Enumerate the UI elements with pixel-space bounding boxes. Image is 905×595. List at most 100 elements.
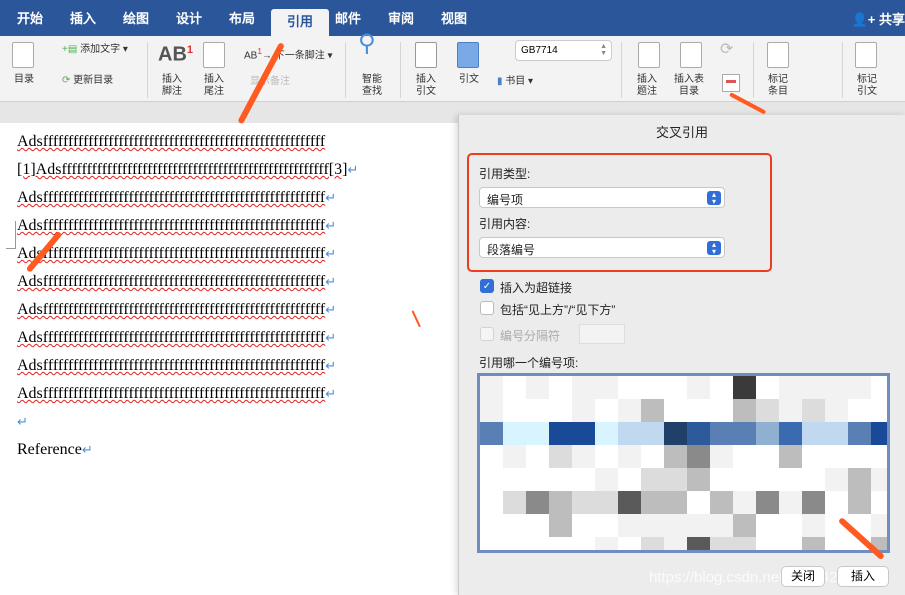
list-item[interactable] (848, 399, 871, 422)
list-item[interactable] (526, 399, 549, 422)
list-item[interactable] (756, 422, 779, 445)
list-item[interactable] (641, 537, 664, 550)
tab-review[interactable]: 审阅 (388, 8, 414, 27)
list-item[interactable] (687, 537, 710, 550)
list-item[interactable] (664, 399, 687, 422)
list-item[interactable] (733, 537, 756, 550)
list-item[interactable] (733, 468, 756, 491)
list-item[interactable] (802, 445, 825, 468)
list-item[interactable] (733, 422, 756, 445)
list-item[interactable] (756, 537, 779, 550)
list-item[interactable] (733, 376, 756, 399)
list-item[interactable] (480, 491, 503, 514)
list-item[interactable] (595, 445, 618, 468)
list-item[interactable] (618, 491, 641, 514)
list-item[interactable] (480, 399, 503, 422)
list-item[interactable] (756, 468, 779, 491)
next-footnote-button[interactable]: AB1→ 下一条脚注 ▾ (244, 45, 333, 62)
list-item[interactable] (572, 376, 595, 399)
toc-button[interactable]: 目录 (14, 74, 34, 86)
list-item[interactable] (756, 445, 779, 468)
insert-citation-button[interactable]: 插入 引文 (416, 74, 436, 98)
list-item[interactable] (733, 514, 756, 537)
list-item[interactable] (848, 445, 871, 468)
list-item[interactable] (641, 399, 664, 422)
list-item[interactable] (825, 445, 848, 468)
list-item[interactable] (802, 422, 825, 445)
list-item[interactable] (710, 422, 733, 445)
citation-style-select[interactable]: GB7714 ▲ ▼ (515, 40, 612, 61)
list-item[interactable] (503, 468, 526, 491)
list-item[interactable] (526, 422, 549, 445)
list-item[interactable] (480, 422, 503, 445)
list-item[interactable] (641, 468, 664, 491)
list-item[interactable] (549, 491, 572, 514)
document-page[interactable]: Adsfffffffffffffffffffffffffffffffffffff… (0, 123, 458, 595)
list-item[interactable] (572, 445, 595, 468)
reference-type-select[interactable]: 编号项 ▴ ▾ (479, 187, 725, 208)
list-item[interactable] (549, 514, 572, 537)
list-item[interactable] (618, 445, 641, 468)
list-item[interactable] (779, 468, 802, 491)
bibliography-button[interactable]: ▮ 书目 ▾ (497, 76, 533, 88)
list-item[interactable] (480, 445, 503, 468)
list-item[interactable] (595, 376, 618, 399)
list-item[interactable] (503, 491, 526, 514)
citations-button[interactable]: 引文 (459, 74, 479, 86)
list-item[interactable] (595, 514, 618, 537)
list-item[interactable] (664, 468, 687, 491)
list-item[interactable] (664, 445, 687, 468)
list-item[interactable] (664, 422, 687, 445)
list-item[interactable] (664, 491, 687, 514)
list-item[interactable] (572, 422, 595, 445)
reference-content-select[interactable]: 段落编号 ▴ ▾ (479, 237, 725, 258)
list-item[interactable] (710, 514, 733, 537)
list-item[interactable] (756, 491, 779, 514)
list-item[interactable] (687, 399, 710, 422)
list-item[interactable] (595, 468, 618, 491)
list-item[interactable] (871, 468, 887, 491)
list-item[interactable] (687, 376, 710, 399)
list-item[interactable] (710, 537, 733, 550)
list-item[interactable] (618, 514, 641, 537)
list-item[interactable] (641, 422, 664, 445)
mark-citation-button[interactable]: 标记 引文 (857, 74, 877, 98)
list-item[interactable] (825, 422, 848, 445)
list-item[interactable] (549, 376, 572, 399)
list-item[interactable] (825, 399, 848, 422)
tab-home[interactable]: 开始 (17, 8, 43, 27)
list-item[interactable] (641, 514, 664, 537)
hyperlink-checkbox[interactable]: ✓ (480, 279, 494, 293)
insert-endnote-button[interactable]: 插入 尾注 (204, 74, 224, 98)
mark-entry-button[interactable]: 标记 条目 (768, 74, 788, 98)
close-button[interactable]: 关闭 (781, 566, 825, 587)
list-item[interactable] (526, 376, 549, 399)
list-item[interactable] (871, 376, 887, 399)
list-item[interactable] (848, 468, 871, 491)
smart-lookup-button[interactable]: 智能 查找 (362, 74, 382, 98)
list-item[interactable] (572, 514, 595, 537)
list-item[interactable] (503, 514, 526, 537)
list-item[interactable] (595, 491, 618, 514)
tab-mailings[interactable]: 邮件 (335, 8, 361, 27)
list-item[interactable] (549, 468, 572, 491)
list-item[interactable] (618, 537, 641, 550)
list-item[interactable] (825, 491, 848, 514)
list-item[interactable] (802, 537, 825, 550)
list-item[interactable] (710, 399, 733, 422)
list-item[interactable] (802, 468, 825, 491)
list-item[interactable] (710, 468, 733, 491)
list-item[interactable] (503, 537, 526, 550)
list-item[interactable] (871, 445, 887, 468)
list-item[interactable] (664, 537, 687, 550)
list-item[interactable] (733, 491, 756, 514)
list-item[interactable] (779, 376, 802, 399)
list-item[interactable] (503, 399, 526, 422)
list-item[interactable] (595, 422, 618, 445)
list-item[interactable] (480, 468, 503, 491)
list-item[interactable] (756, 399, 779, 422)
list-item[interactable] (756, 514, 779, 537)
list-item[interactable] (549, 422, 572, 445)
list-item[interactable] (779, 445, 802, 468)
list-item[interactable] (549, 445, 572, 468)
